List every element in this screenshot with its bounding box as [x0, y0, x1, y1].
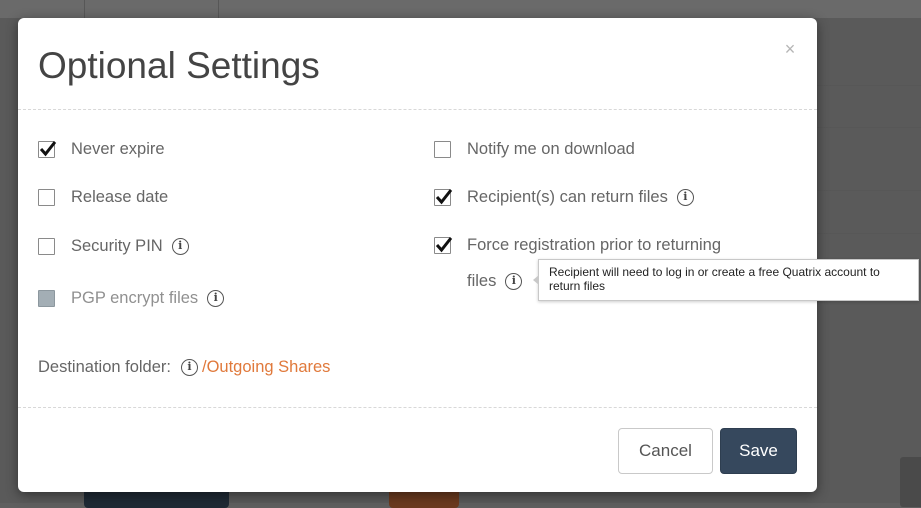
notify-download-option[interactable]: Notify me on download	[434, 140, 635, 159]
background-divider	[817, 233, 921, 234]
pgp-encrypt-label: PGP encrypt files	[71, 289, 199, 307]
force-registration-label-line2: files	[467, 272, 497, 290]
modal-footer-divider	[18, 407, 817, 408]
cancel-button[interactable]: Cancel	[618, 428, 713, 474]
info-icon[interactable]: i	[505, 273, 523, 290]
release-date-option[interactable]: Release date	[38, 188, 168, 207]
checkmark-icon	[435, 189, 453, 205]
notify-download-checkbox[interactable]	[434, 141, 451, 158]
modal-title: Optional Settings	[38, 45, 320, 86]
force-registration-label: Force registration prior to returning	[467, 236, 722, 254]
pgp-encrypt-checkbox	[38, 290, 55, 307]
background-widget	[900, 457, 921, 507]
security-pin-checkbox[interactable]	[38, 238, 55, 255]
info-icon[interactable]: i	[181, 359, 198, 376]
close-icon[interactable]: ×	[781, 40, 799, 58]
force-registration-option[interactable]: Force registration prior to returning	[434, 236, 721, 255]
background-header	[0, 0, 921, 18]
force-registration-checkbox[interactable]	[434, 237, 453, 254]
background-divider	[817, 190, 921, 191]
force-registration-label-continued: files i	[467, 272, 523, 291]
info-icon[interactable]: i	[676, 189, 694, 206]
return-files-option[interactable]: Recipient(s) can return files i	[434, 188, 694, 207]
never-expire-label: Never expire	[71, 140, 165, 158]
security-pin-option[interactable]: Security PIN i	[38, 237, 189, 256]
background-divider	[817, 85, 921, 86]
checkmark-icon	[435, 237, 453, 253]
info-icon[interactable]: i	[207, 290, 225, 307]
modal-header: Optional Settings ×	[18, 18, 817, 110]
save-button[interactable]: Save	[720, 428, 797, 474]
destination-folder: Destination folder: i /Outgoing Shares	[38, 358, 330, 377]
info-icon[interactable]: i	[171, 238, 189, 255]
return-files-checkbox[interactable]	[434, 189, 453, 206]
background-divider	[84, 0, 85, 18]
pgp-encrypt-option: PGP encrypt files i	[38, 289, 225, 308]
tooltip: Recipient will need to log in or create …	[533, 259, 919, 301]
optional-settings-modal: Optional Settings × Never expire Release…	[18, 18, 817, 492]
background-divider	[817, 127, 921, 128]
destination-folder-link[interactable]: /Outgoing Shares	[202, 358, 330, 377]
release-date-label: Release date	[71, 188, 169, 206]
checkmark-icon	[39, 141, 57, 157]
security-pin-label: Security PIN	[71, 237, 163, 255]
background-divider	[218, 0, 219, 18]
never-expire-checkbox[interactable]	[38, 141, 57, 158]
destination-folder-label: Destination folder:	[38, 358, 171, 376]
never-expire-option[interactable]: Never expire	[38, 140, 165, 159]
return-files-label: Recipient(s) can return files	[467, 188, 668, 206]
notify-download-label: Notify me on download	[467, 140, 635, 158]
release-date-checkbox[interactable]	[38, 189, 55, 206]
